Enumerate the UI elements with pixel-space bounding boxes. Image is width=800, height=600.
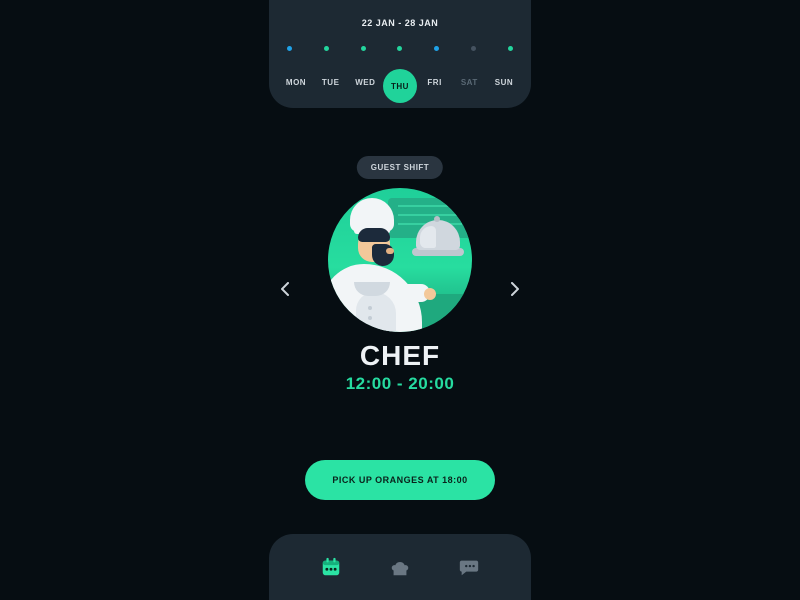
next-shift-button[interactable] bbox=[510, 282, 519, 299]
tab-schedule[interactable] bbox=[320, 556, 342, 578]
day-dot bbox=[434, 46, 439, 51]
bottom-tab-bar bbox=[269, 534, 531, 600]
weekday-tab[interactable]: FRI bbox=[420, 78, 450, 87]
role-illustration bbox=[328, 188, 472, 332]
selected-day-label: THU bbox=[391, 82, 409, 91]
day-dot bbox=[397, 46, 402, 51]
selected-day-pill[interactable]: THU bbox=[383, 69, 417, 103]
app-screen: 22 JAN - 28 JAN MON TUE WED THU FRI SAT … bbox=[269, 0, 531, 600]
day-dot bbox=[471, 46, 476, 51]
chevron-right-icon bbox=[510, 282, 519, 296]
day-activity-dots bbox=[287, 46, 513, 51]
day-dot bbox=[287, 46, 292, 51]
shift-hours: 12:00 - 20:00 bbox=[269, 374, 531, 394]
shift-role-title: CHEF bbox=[269, 340, 531, 372]
calendar-icon bbox=[320, 556, 342, 578]
date-range-label: 22 JAN - 28 JAN bbox=[269, 18, 531, 28]
day-dot bbox=[324, 46, 329, 51]
weekday-tab[interactable]: SAT bbox=[454, 78, 484, 87]
tab-chat[interactable] bbox=[458, 556, 480, 578]
shift-task-button[interactable]: PICK UP ORANGES AT 18:00 bbox=[305, 460, 495, 500]
week-header: 22 JAN - 28 JAN MON TUE WED THU FRI SAT … bbox=[269, 0, 531, 108]
day-dot bbox=[361, 46, 366, 51]
weekday-tab[interactable]: TUE bbox=[316, 78, 346, 87]
weekday-tab[interactable]: MON bbox=[281, 78, 311, 87]
tab-staff[interactable] bbox=[389, 556, 411, 578]
chevron-left-icon bbox=[281, 282, 290, 296]
weekday-tab[interactable]: WED bbox=[350, 78, 380, 87]
day-dot bbox=[508, 46, 513, 51]
chef-hat-icon bbox=[389, 556, 411, 578]
chat-icon bbox=[458, 556, 480, 578]
guest-shift-badge: GUEST SHIFT bbox=[357, 156, 443, 179]
prev-shift-button[interactable] bbox=[281, 282, 290, 299]
weekday-tab[interactable]: SUN bbox=[489, 78, 519, 87]
